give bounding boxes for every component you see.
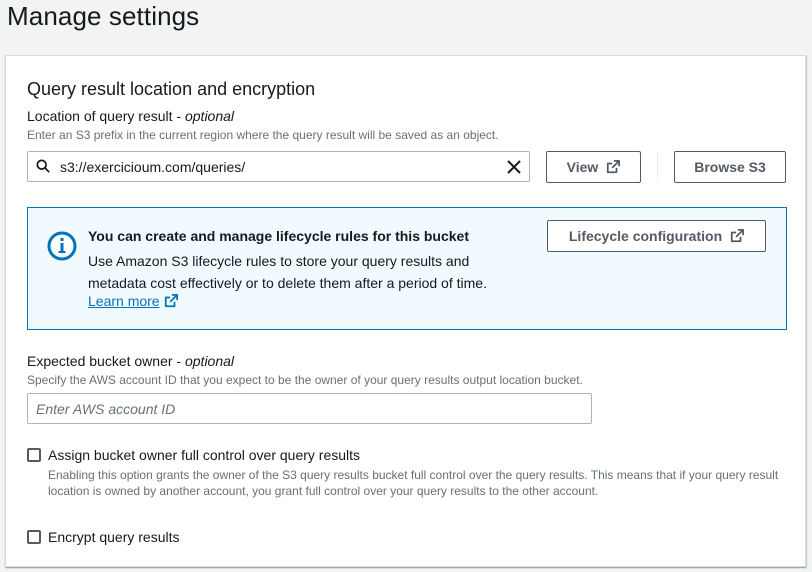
encrypt-checkbox[interactable] <box>27 530 41 544</box>
close-icon[interactable] <box>506 159 522 175</box>
info-icon <box>47 231 77 261</box>
full-control-checkbox[interactable] <box>27 448 41 462</box>
section-title: Query result location and encryption <box>27 79 316 99</box>
lifecycle-configuration-button[interactable]: Lifecycle configuration <box>547 220 766 252</box>
info-title: You can create and manage lifecycle rule… <box>88 228 469 244</box>
location-label-text: Location of query result - <box>27 108 182 124</box>
aws-account-id-input[interactable] <box>27 393 592 424</box>
external-link-icon <box>731 229 745 243</box>
view-button-label: View <box>566 159 599 175</box>
learn-more-link[interactable]: Learn more <box>88 293 178 309</box>
location-label: Location of query result - optional <box>27 108 234 124</box>
settings-panel: Query result location and encryption Loc… <box>5 55 806 567</box>
full-control-description: Enabling this option grants the owner of… <box>48 468 779 498</box>
browse-s3-button-label: Browse S3 <box>694 159 766 175</box>
view-button[interactable]: View <box>546 151 641 183</box>
encrypt-label[interactable]: Encrypt query results <box>48 529 180 545</box>
browse-s3-button[interactable]: Browse S3 <box>674 151 786 183</box>
full-control-label[interactable]: Assign bucket owner full control over qu… <box>48 447 360 463</box>
info-text: Use Amazon S3 lifecycle rules to store y… <box>88 253 487 291</box>
owner-description: Specify the AWS account ID that you expe… <box>27 373 583 387</box>
external-link-icon <box>164 294 178 308</box>
lifecycle-button-label: Lifecycle configuration <box>568 228 723 244</box>
divider <box>657 152 658 182</box>
s3-location-value[interactable]: s3://exercicioum.com/queries/ <box>60 159 245 175</box>
location-description: Enter an S3 prefix in the current region… <box>27 128 499 142</box>
owner-label-text: Expected bucket owner - <box>27 353 182 369</box>
external-link-icon <box>607 160 621 174</box>
s3-location-input[interactable]: s3://exercicioum.com/queries/ <box>27 151 530 182</box>
owner-optional: optional <box>184 353 235 369</box>
info-alert: You can create and manage lifecycle rule… <box>27 207 787 330</box>
search-icon <box>36 159 50 173</box>
page-title: Manage settings <box>7 1 200 31</box>
location-optional: optional <box>184 108 235 124</box>
owner-label: Expected bucket owner - optional <box>27 353 234 369</box>
learn-more-label: Learn more <box>88 293 160 309</box>
